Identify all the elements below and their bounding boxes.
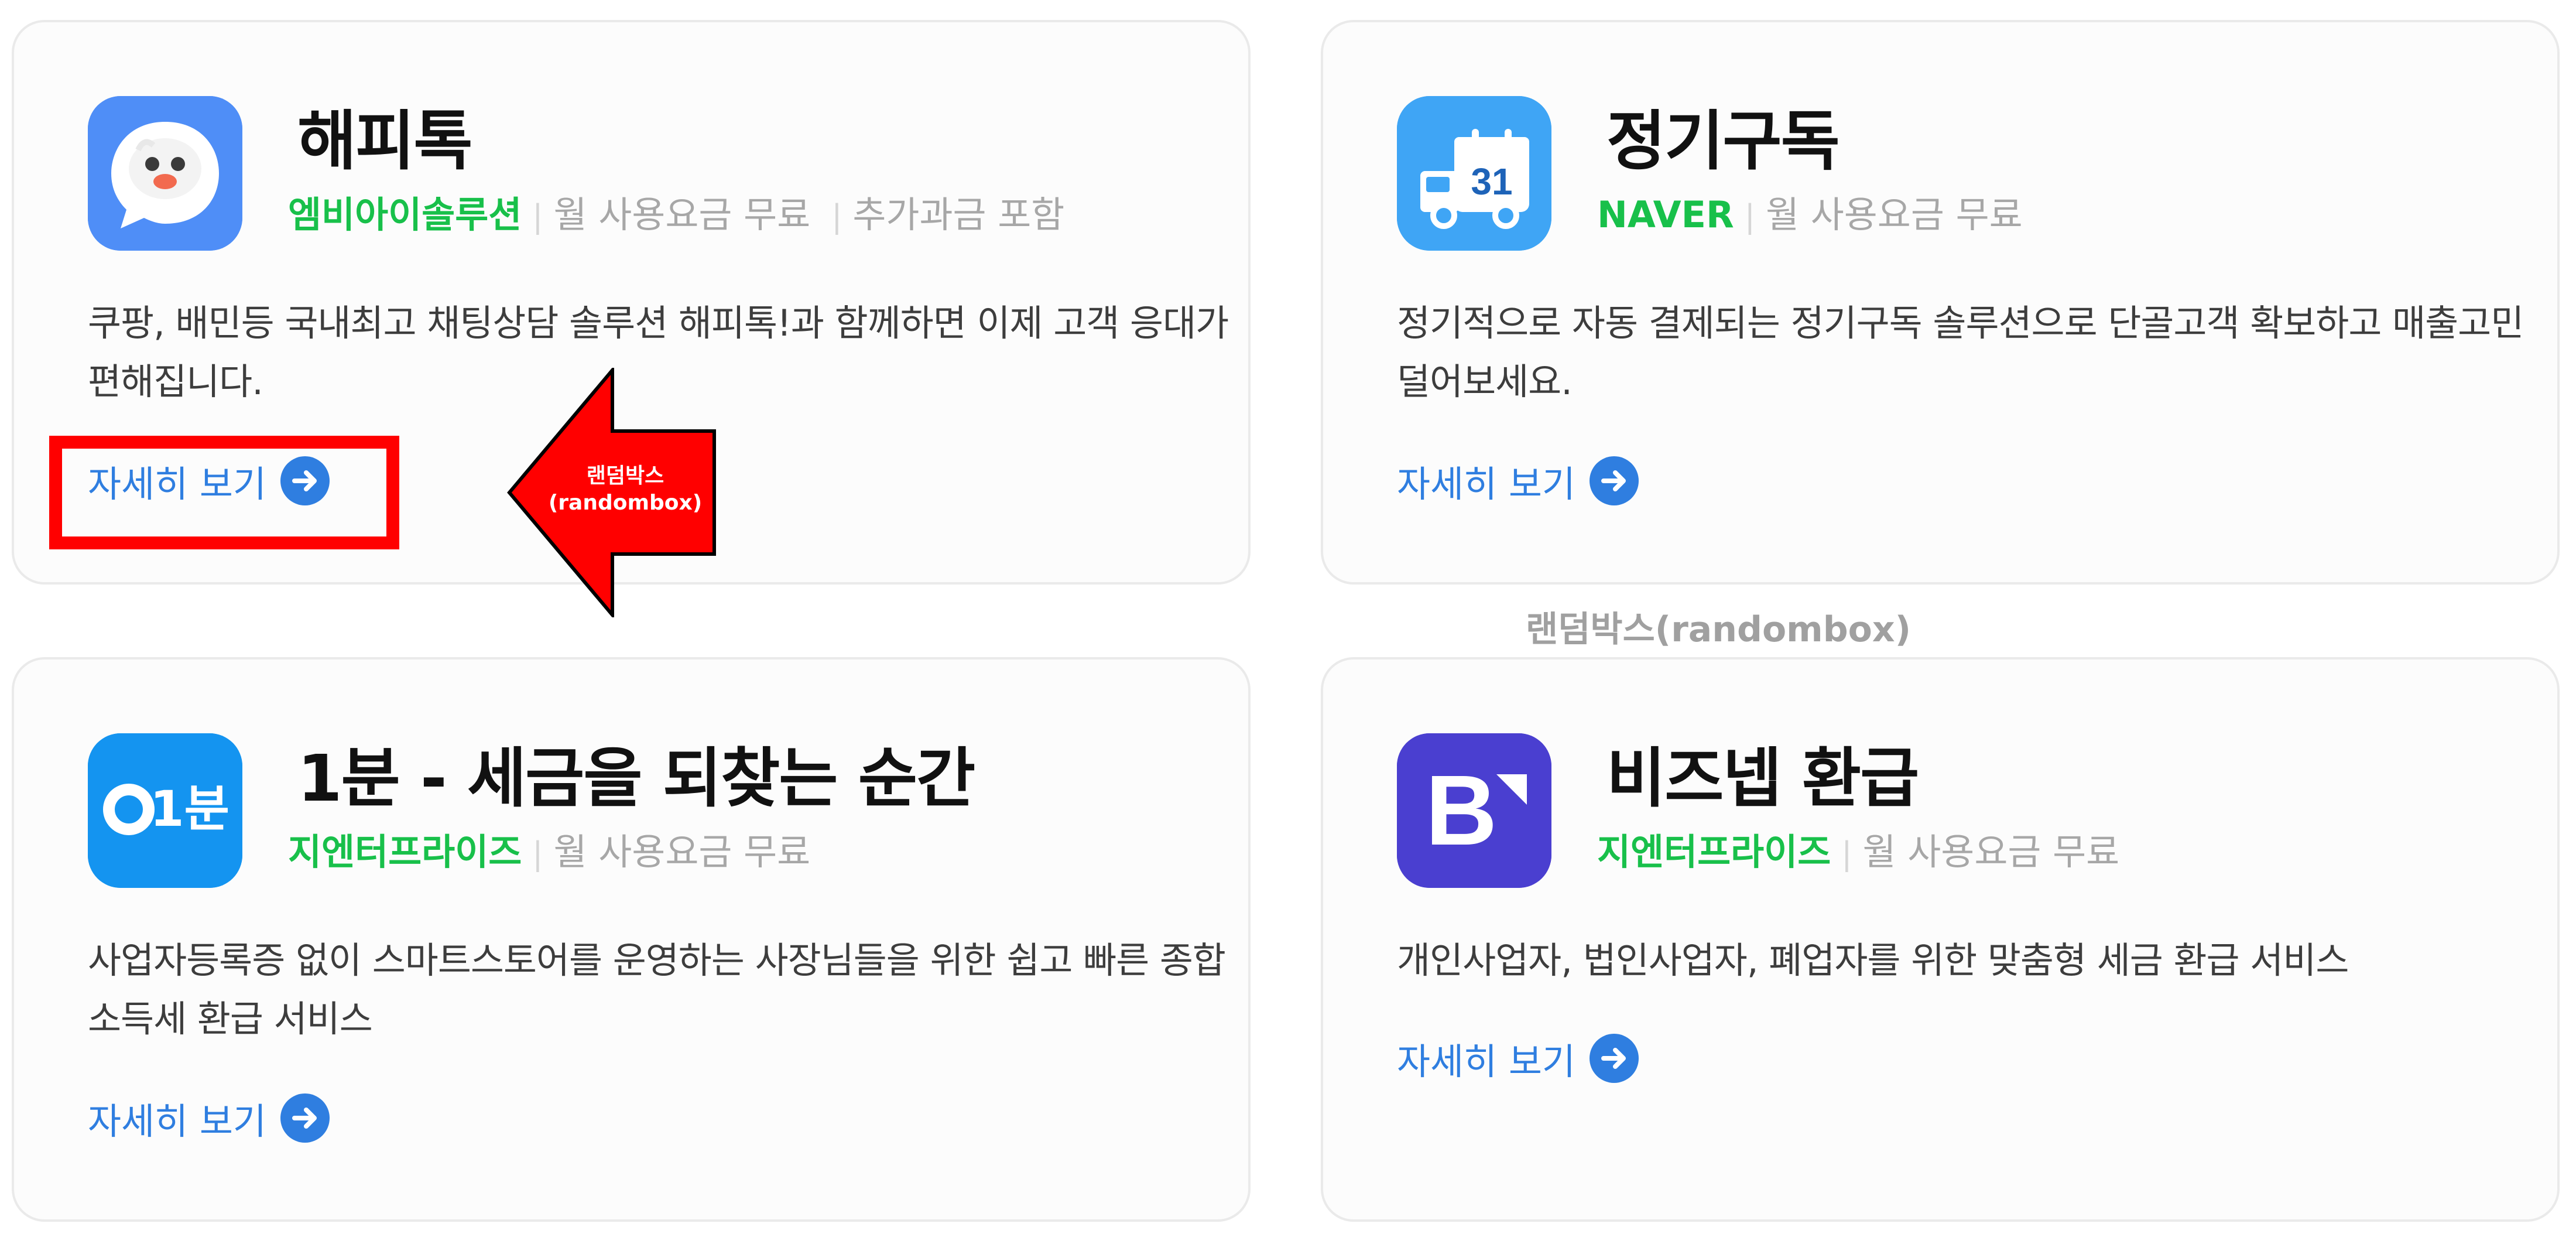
description-line: 소득세 환급 서비스 <box>88 997 373 1040</box>
meta-divider: | <box>831 198 842 235</box>
biznep-b-logo-icon: B <box>1397 733 1551 888</box>
watermark-text: 랜덤박스(randombox) <box>1526 609 1911 650</box>
app-card-subscription[interactable]: 31 정기구독 NAVER | 월 사용요금 무료 정기적으로 자동 결제되는 정기… <box>1321 20 2560 585</box>
app-title: 정기구독 <box>1606 104 1840 179</box>
description-line: 정기적으로 자동 결제되는 정기구독 솔루션으로 단골고객 확보하고 매출고민 <box>1397 302 2524 344</box>
app-title: 1분 - 세금을 되찾는 순간 <box>297 741 975 816</box>
callout-line: 랜덤박스 <box>586 464 664 488</box>
arrow-right-circle-icon <box>1589 1034 1639 1083</box>
provider-name: 엠비아이솔루션 <box>288 193 522 236</box>
view-details-link[interactable]: 자세히 보기 <box>88 1092 330 1144</box>
description-line: 사업자등록증 없이 스마트스토어를 운영하는 사장님들을 위한 쉽고 빠른 종합 <box>88 939 1226 982</box>
provider-name: 지엔터프라이즈 <box>288 831 522 873</box>
view-details-label: 자세히 보기 <box>88 1100 266 1143</box>
fee-text: 월 사용요금 무료 <box>553 193 811 236</box>
provider-name: NAVER <box>1597 193 1734 236</box>
view-details-link[interactable]: 자세히 보기 <box>1397 454 1639 507</box>
app-card-biznep[interactable]: B 비즈넵 환급 지엔터프라이즈 | 월 사용요금 무료 개인사업자, 법인사업자,… <box>1321 657 2560 1222</box>
1bun-logo-icon: 1분 <box>88 733 242 888</box>
callout-line: (randombox) <box>548 491 703 515</box>
app-meta: 지엔터프라이즈 | 월 사용요금 무료 <box>288 834 810 870</box>
description-line: 덜어보세요. <box>1397 360 1573 403</box>
view-details-label: 자세히 보기 <box>1397 1040 1575 1083</box>
meta-divider: | <box>532 835 543 872</box>
arrow-right-circle-icon <box>1589 456 1639 505</box>
app-list-page: 해피톡 엠비아이솔루션 | 월 사용요금 무료 | 추가과금 포함 쿠팡, 배민등 국내… <box>0 0 2576 1244</box>
app-title: 비즈넵 환급 <box>1606 741 1919 816</box>
meta-divider: | <box>1841 835 1852 872</box>
calendar-date-text: 31 <box>1471 160 1512 203</box>
fee-text: 월 사용요금 무료 <box>1765 193 2023 236</box>
app-meta: 엠비아이솔루션 | 월 사용요금 무료 | 추가과금 포함 <box>288 197 1064 233</box>
meta-divider: | <box>532 198 543 235</box>
fee-text: 월 사용요금 무료 <box>1862 831 2120 873</box>
app-card-1bun[interactable]: 1분 1분 - 세금을 되찾는 순간 지엔터프라이즈 | 월 사용요금 무료 사업자… <box>12 657 1251 1222</box>
highlight-box <box>49 436 399 549</box>
app-description: 사업자등록증 없이 스마트스토어를 운영하는 사장님들을 위한 쉽고 빠른 종합… <box>88 931 1226 1048</box>
fee-text: 월 사용요금 무료 <box>553 831 811 873</box>
happytalk-chat-bird-icon <box>88 96 242 251</box>
app-title: 해피톡 <box>297 104 473 179</box>
subscription-truck-calendar-icon: 31 <box>1397 96 1551 251</box>
logo-text: 1분 <box>150 780 229 838</box>
description-line: 쿠팡, 배민등 국내최고 채팅상담 솔루션 해피톡!과 함께하면 이제 고객 응… <box>88 302 1229 344</box>
app-meta: 지엔터프라이즈 | 월 사용요금 무료 <box>1597 834 2119 870</box>
app-description: 개인사업자, 법인사업자, 폐업자를 위한 맞춤형 세금 환급 서비스 <box>1397 931 2349 990</box>
meta-divider: | <box>1744 198 1755 235</box>
arrow-right-circle-icon <box>280 1093 330 1143</box>
view-details-link[interactable]: 자세히 보기 <box>1397 1032 1639 1085</box>
app-meta: NAVER | 월 사용요금 무료 <box>1597 197 2023 233</box>
description-line: 개인사업자, 법인사업자, 폐업자를 위한 맞춤형 세금 환급 서비스 <box>1397 939 2349 982</box>
app-description: 정기적으로 자동 결제되는 정기구독 솔루션으로 단골고객 확보하고 매출고민 … <box>1397 294 2524 411</box>
extra-fee-text: 추가과금 포함 <box>852 193 1065 236</box>
view-details-label: 자세히 보기 <box>1397 463 1575 505</box>
provider-name: 지엔터프라이즈 <box>1597 831 1831 873</box>
callout-label: 랜덤박스 (randombox) <box>543 463 707 517</box>
logo-letter: B <box>1426 755 1498 866</box>
